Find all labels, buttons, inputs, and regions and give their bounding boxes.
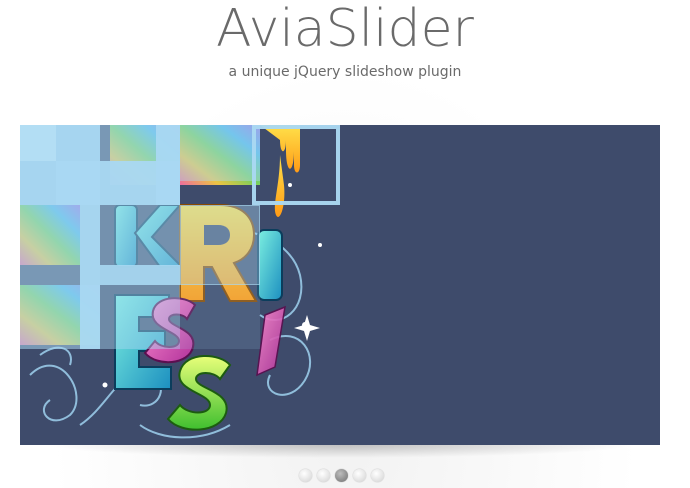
page-subtitle: a unique jQuery slideshow plugin [228,64,462,80]
pagination-dot-4[interactable] [353,469,366,482]
transition-tile [100,285,180,349]
transition-tile [100,265,180,285]
pagination-dot-2[interactable] [317,469,330,482]
transition-tile [20,161,100,205]
transition-tile [80,205,100,285]
pagination-dot-3[interactable] [335,469,348,482]
pagination-dot-5[interactable] [371,469,384,482]
page-title: AviaSlider [216,0,474,59]
transition-tile-outline [252,125,340,205]
slideshow[interactable] [20,125,660,445]
pagination-dot-1[interactable] [299,469,312,482]
transition-tile [180,125,260,181]
transition-tile [20,125,56,161]
slide-pagination [299,469,384,483]
transition-tile-outline [180,205,260,285]
page: AviaSlider a unique jQuery slideshow plu… [0,0,690,488]
transition-tile [180,285,260,349]
transition-tile [100,161,180,205]
transition-tile [80,285,100,349]
